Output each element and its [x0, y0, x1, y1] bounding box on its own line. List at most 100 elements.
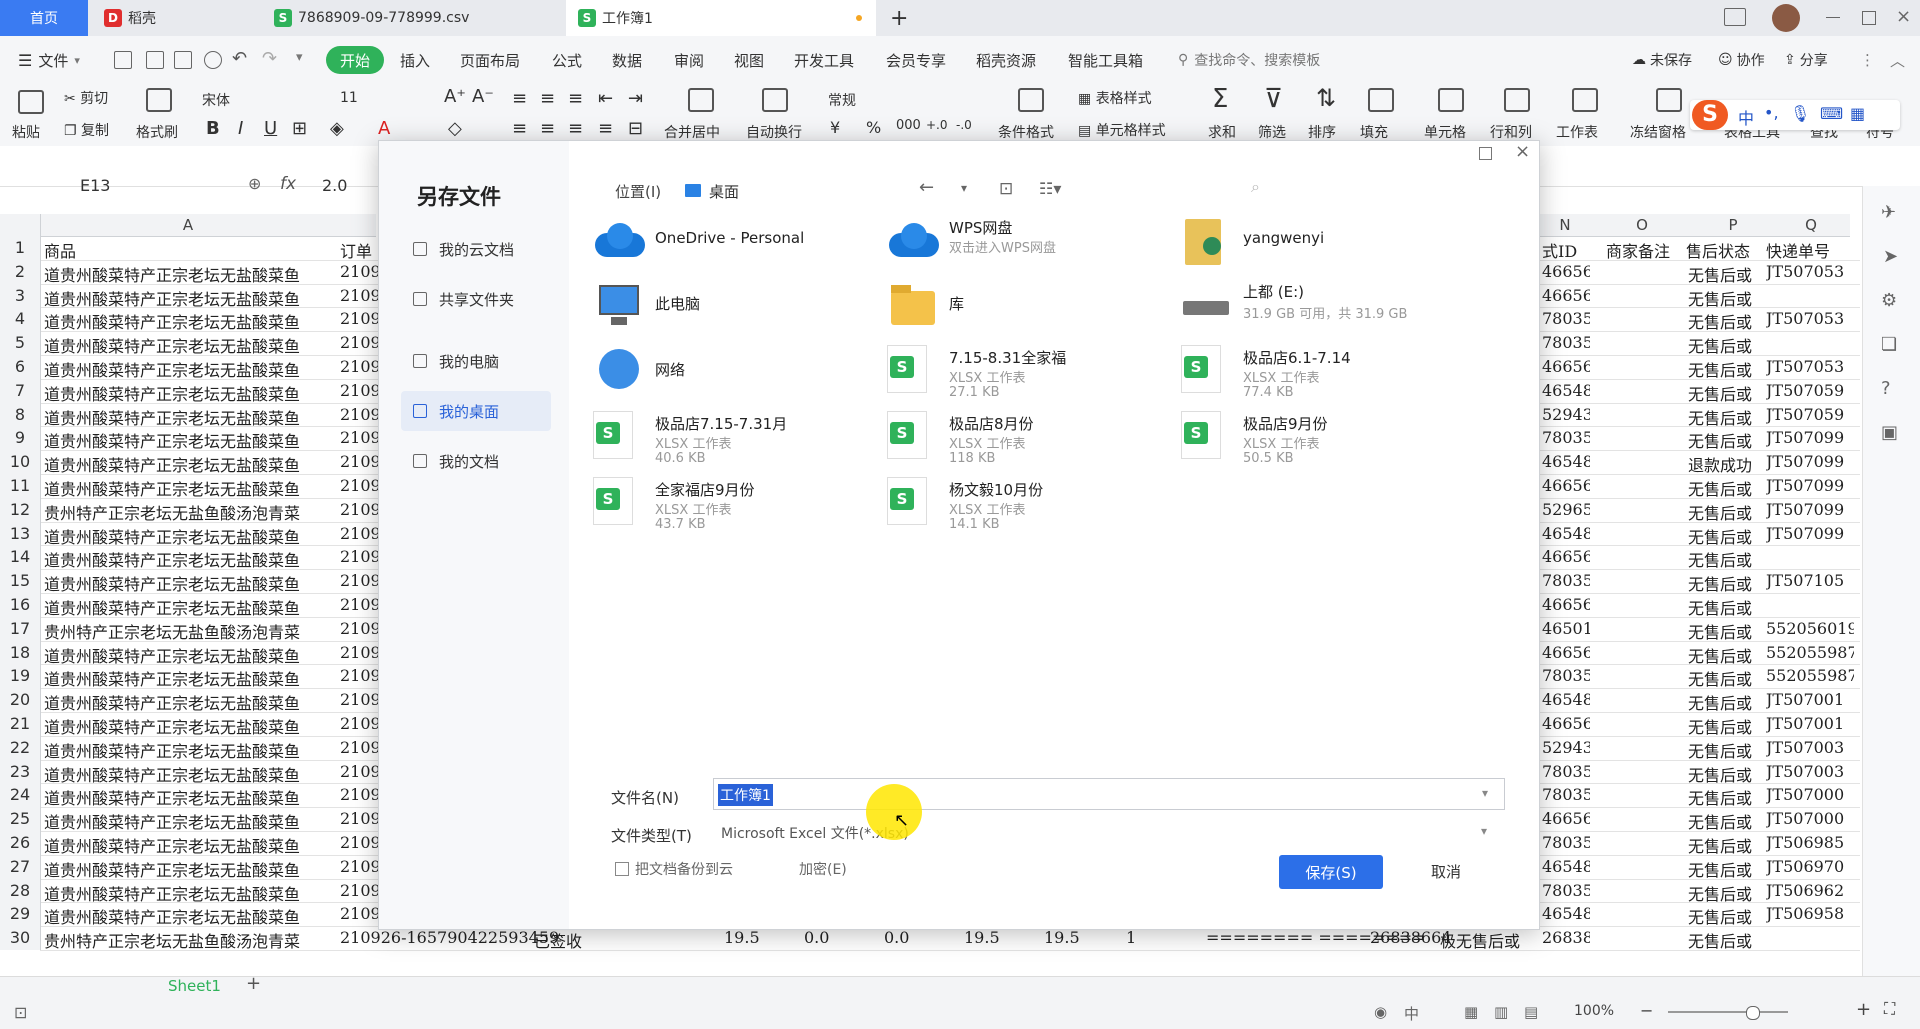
row-number[interactable]: 9: [0, 426, 41, 451]
table-cell[interactable]: 466568: [1542, 357, 1590, 376]
cond-format-icon[interactable]: [1018, 88, 1044, 112]
table-cell[interactable]: 道贵州酸菜特产正宗老坛无盐酸菜鱼: [44, 738, 334, 762]
table-cell[interactable]: 2109: [340, 714, 380, 733]
table-cell[interactable]: JT507105: [1766, 571, 1854, 590]
indent-increase-icon[interactable]: ⇥: [628, 88, 643, 109]
table-cell[interactable]: 无售后或: [1688, 595, 1770, 619]
table-cell[interactable]: 道贵州酸菜特产正宗老坛无盐酸菜鱼: [44, 405, 334, 429]
menu-daoke-resources[interactable]: 稻壳资源: [976, 36, 1036, 84]
table-header-cell[interactable]: 商家备注: [1606, 238, 1694, 262]
table-cell[interactable]: 2109: [340, 262, 380, 281]
table-cell[interactable]: 2109: [340, 857, 380, 876]
sum-icon[interactable]: Σ: [1212, 84, 1228, 114]
fullscreen-icon[interactable]: ⛶: [1884, 999, 1895, 1019]
table-cell[interactable]: 2109: [340, 333, 380, 352]
nav-my-computer[interactable]: 我的电脑: [401, 341, 551, 381]
save-button[interactable]: 保存(S): [1279, 855, 1383, 889]
row-number[interactable]: 3: [0, 283, 41, 308]
menu-view[interactable]: 视图: [734, 36, 764, 84]
merge-center-button[interactable]: 合并居中: [664, 122, 720, 142]
table-cell[interactable]: 465484: [1542, 452, 1590, 471]
table-cell[interactable]: 道贵州酸菜特产正宗老坛无盐酸菜鱼: [44, 476, 334, 500]
ime-grid-icon[interactable]: ▦: [1850, 104, 1865, 123]
table-cell[interactable]: 2109: [340, 286, 380, 305]
table-cell[interactable]: 无售后或: [1688, 928, 1770, 952]
distribute-icon[interactable]: ⊟: [628, 118, 643, 139]
table-cell[interactable]: 465484: [1542, 857, 1590, 876]
table-cell[interactable]: JT507000: [1766, 809, 1854, 828]
table-cell[interactable]: 466568: [1542, 714, 1590, 733]
table-cell[interactable]: 466568: [1542, 262, 1590, 281]
row-col-icon[interactable]: [1504, 88, 1530, 112]
table-cell[interactable]: 道贵州酸菜特产正宗老坛无盐酸菜鱼: [44, 357, 334, 381]
table-cell[interactable]: 无售后或: [1688, 405, 1770, 429]
table-cell[interactable]: 无售后或: [1688, 262, 1770, 286]
row-number[interactable]: 10: [0, 450, 41, 474]
ime-mic-icon[interactable]: 🎙: [1790, 104, 1810, 123]
new-tab-button[interactable]: +: [886, 0, 916, 36]
col-header-p[interactable]: P: [1694, 214, 1772, 237]
col-header-o[interactable]: O: [1590, 214, 1694, 237]
table-cell[interactable]: JT506958: [1766, 904, 1854, 923]
menu-data[interactable]: 数据: [612, 36, 642, 84]
row-number[interactable]: 27: [0, 854, 41, 879]
table-header-cell[interactable]: 快递单号: [1766, 238, 1850, 262]
table-cell[interactable]: 道贵州酸菜特产正宗老坛无盐酸菜鱼: [44, 309, 334, 333]
tab-workbook[interactable]: S 工作簿1: [566, 0, 876, 36]
ime-chinese-icon[interactable]: 中: [1738, 105, 1754, 129]
table-cell[interactable]: 无售后或: [1688, 833, 1770, 857]
table-cell[interactable]: 2109: [340, 643, 380, 662]
add-sheet-icon[interactable]: +: [246, 973, 261, 994]
row-number[interactable]: 2: [0, 259, 41, 284]
view-mode-icon[interactable]: ☷▾: [1039, 179, 1061, 198]
table-cell[interactable]: 无售后或: [1688, 738, 1770, 762]
menu-dev-tools[interactable]: 开发工具: [794, 36, 854, 84]
table-cell[interactable]: 2109: [340, 762, 380, 781]
command-search[interactable]: ⚲ 查找命令、搜索模板: [1178, 36, 1320, 84]
cell-icon[interactable]: [1438, 88, 1464, 112]
menu-file[interactable]: ☰ 文件 ▾: [18, 36, 80, 84]
file-item[interactable]: S 杨文毅10月份 XLSX 工作表 14.1 KB: [887, 473, 1167, 533]
currency-icon[interactable]: ¥: [830, 118, 840, 137]
table-cell[interactable]: 529439: [1542, 738, 1590, 757]
table-cell[interactable]: 466568: [1542, 643, 1590, 662]
table-cell[interactable]: 552055987: [1766, 666, 1854, 685]
table-cell[interactable]: 780355: [1542, 428, 1590, 447]
table-cell[interactable]: 道贵州酸菜特产正宗老坛无盐酸菜鱼: [44, 785, 334, 809]
cond-format-button[interactable]: 条件格式: [998, 122, 1054, 142]
row-number[interactable]: 28: [0, 878, 41, 903]
menu-formula[interactable]: 公式: [552, 36, 582, 84]
menu-start[interactable]: 开始: [326, 46, 385, 74]
table-cell[interactable]: 无售后或: [1688, 785, 1770, 809]
number-format-select[interactable]: 常规: [828, 90, 968, 110]
table-cell[interactable]: 0.0: [884, 928, 909, 947]
select-all-corner[interactable]: [0, 214, 41, 236]
file-item[interactable]: S 极品店7.15-7.31月 XLSX 工作表 40.6 KB: [593, 407, 873, 467]
table-cell[interactable]: JT507053: [1766, 309, 1854, 328]
fx-icon[interactable]: fx: [280, 174, 296, 194]
table-header-cell[interactable]: 订单: [340, 238, 380, 262]
row-number[interactable]: 21: [0, 712, 41, 736]
justify-icon[interactable]: ≡: [598, 118, 613, 139]
table-cell[interactable]: 道贵州酸菜特产正宗老坛无盐酸菜鱼: [44, 881, 334, 905]
menu-insert[interactable]: 插入: [400, 36, 430, 84]
zoom-in-icon[interactable]: +: [1856, 999, 1871, 1020]
page-layout-view-icon[interactable]: ▥: [1494, 1003, 1508, 1021]
font-size-select[interactable]: 11: [340, 90, 358, 106]
avatar[interactable]: [1772, 4, 1800, 32]
table-cell[interactable]: 0.0: [804, 928, 829, 947]
zoom-slider-thumb[interactable]: [1746, 1006, 1760, 1020]
window-layout-icon[interactable]: [1724, 8, 1746, 26]
table-cell[interactable]: 道贵州酸菜特产正宗老坛无盐酸菜鱼: [44, 286, 334, 310]
table-cell[interactable]: 无售后或: [1688, 500, 1770, 524]
table-cell[interactable]: 极无售后或: [1440, 928, 1520, 952]
table-cell[interactable]: 2109: [340, 785, 380, 804]
row-number[interactable]: 25: [0, 807, 41, 831]
export-icon[interactable]: [146, 51, 164, 69]
table-cell[interactable]: 无售后或: [1688, 690, 1770, 714]
table-cell[interactable]: 无售后或: [1688, 857, 1770, 881]
close-icon[interactable]: ×: [1896, 6, 1911, 27]
table-cell[interactable]: 2109: [340, 428, 380, 447]
align-right-icon[interactable]: ≡: [568, 118, 583, 139]
col-header-b[interactable]: [336, 214, 376, 237]
